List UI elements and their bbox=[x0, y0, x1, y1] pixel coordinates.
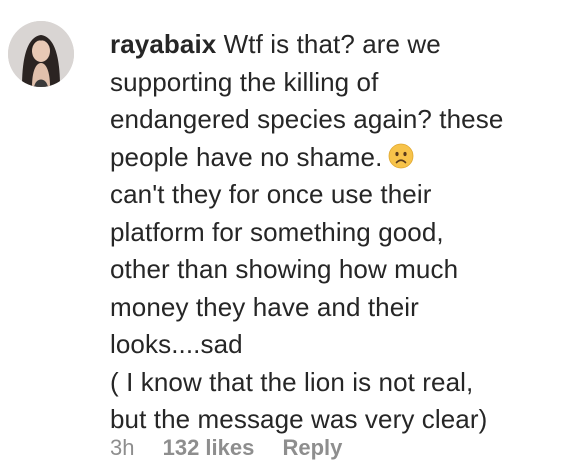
comment-meta: 3h 132 likes Reply bbox=[110, 434, 342, 462]
reply-button[interactable]: Reply bbox=[282, 435, 342, 460]
username[interactable]: rayabaix bbox=[110, 29, 216, 59]
comment-line: supporting the killing of bbox=[110, 66, 379, 97]
comment-line: endangered species again? these bbox=[110, 104, 504, 134]
comment-text: Wtf is that? are we bbox=[223, 29, 441, 59]
comment-line: ( I know that the lion is not real, bbox=[110, 366, 474, 397]
comment-body: rayabaix Wtf is that? are we supporting … bbox=[110, 26, 558, 439]
comment-line: platform for something good, bbox=[110, 216, 444, 247]
comment-text: people have no shame. bbox=[110, 141, 383, 172]
avatar-image bbox=[8, 21, 74, 87]
comment: rayabaix Wtf is that? are we supporting … bbox=[0, 0, 564, 474]
comment-line: can't they for once use their bbox=[110, 179, 432, 209]
comment-line: looks....sad bbox=[110, 329, 243, 359]
comment-line: rayabaix Wtf is that? are we bbox=[110, 26, 558, 64]
comment-line: money they have and their bbox=[110, 291, 419, 322]
avatar[interactable] bbox=[8, 21, 74, 87]
likes-count[interactable]: 132 likes bbox=[163, 435, 255, 460]
timestamp: 3h bbox=[110, 435, 135, 460]
comment-line: but the message was very clear) bbox=[110, 404, 488, 434]
comment-line: other than showing how much bbox=[110, 254, 459, 284]
comment-line: people have no shame. bbox=[110, 139, 558, 177]
worried-face-icon bbox=[388, 142, 414, 168]
